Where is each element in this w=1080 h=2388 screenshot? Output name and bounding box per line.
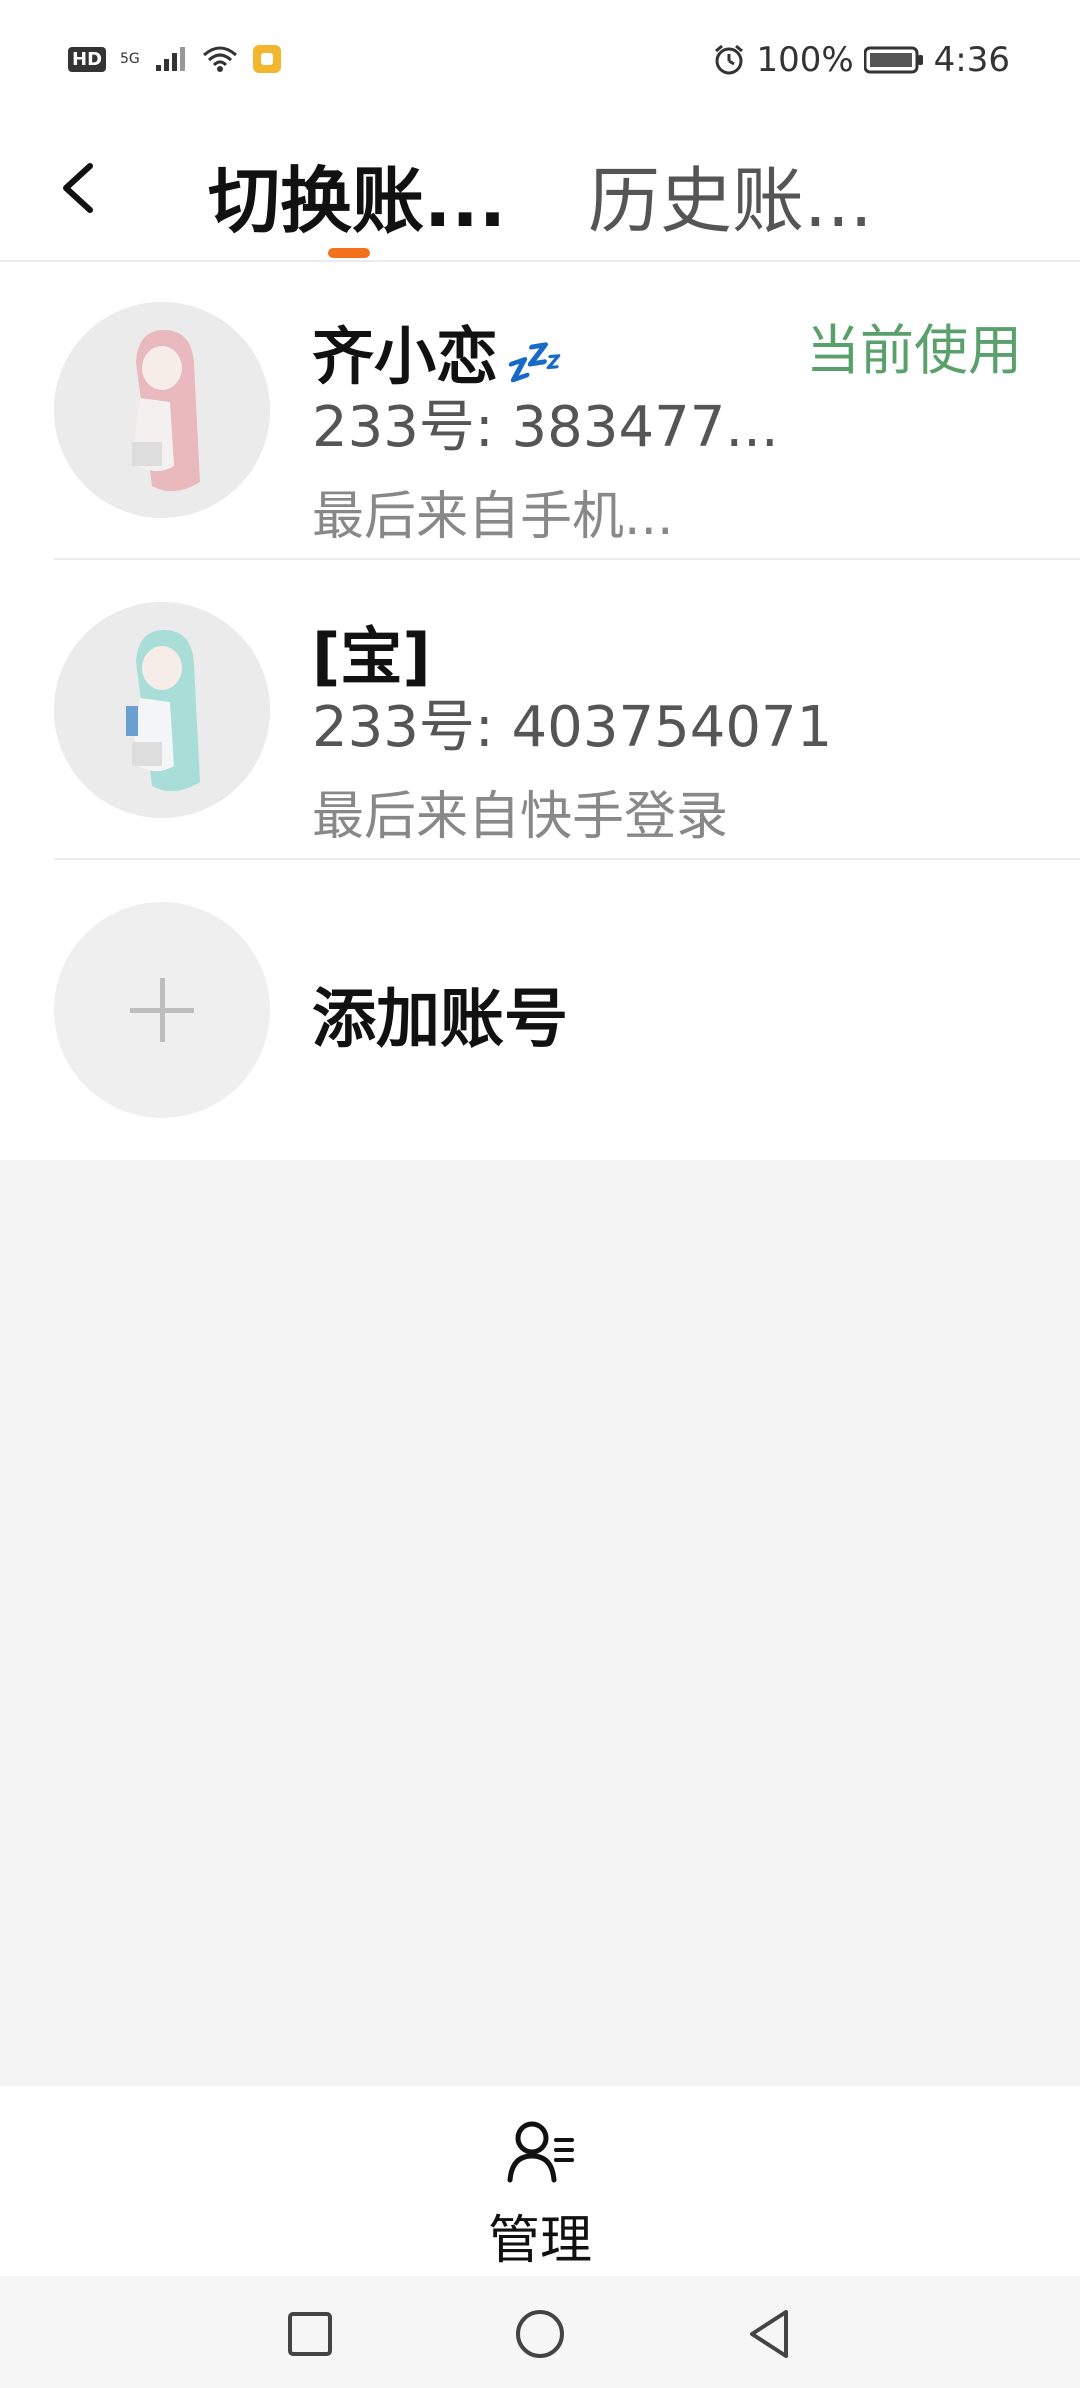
avatar [54, 302, 270, 518]
back-arrow-icon[interactable] [52, 158, 112, 218]
status-right: 100% 4:36 [712, 40, 1010, 80]
manage-users-icon [507, 2121, 574, 2183]
manage-button[interactable]: 管理 [0, 2114, 1080, 2273]
account-uid: 233号: 403754071 [312, 695, 833, 760]
top-bar: 切换账... 历史账... [0, 130, 1080, 262]
current-use-badge: 当前使用 [806, 319, 1022, 382]
clock: 4:36 [933, 40, 1010, 80]
notification-icon [252, 45, 281, 73]
active-tab-indicator [328, 248, 370, 258]
divider [54, 858, 1080, 860]
sleep-zzz-icon: 💤 [502, 335, 560, 389]
square-icon[interactable] [280, 2304, 340, 2364]
tab-history-account[interactable]: 历史账... [588, 142, 873, 247]
status-left: HD 5G [68, 44, 282, 74]
manage-label: 管理 [487, 2211, 592, 2271]
circle-icon[interactable] [510, 2304, 570, 2364]
add-account-label: 添加账号 [312, 983, 568, 1057]
network-label: 5G [120, 51, 140, 67]
bottom-action-bar: 管理 [0, 2086, 1080, 2276]
account-last-login: 最后来自手机... [312, 487, 674, 547]
avatar [54, 602, 270, 818]
signal-icon [155, 47, 185, 71]
system-nav-bar [0, 2276, 1080, 2388]
battery-icon [863, 46, 923, 74]
battery-percent: 100% [756, 40, 854, 80]
account-row[interactable]: 齐小恋💤 233号: 383477... 最后来自手机... 当前使用 [0, 262, 1080, 560]
tab-switch-account[interactable]: 切换账... [208, 142, 506, 247]
back-triangle-icon[interactable] [740, 2304, 800, 2364]
account-last-login: 最后来自快手登录 [312, 787, 729, 847]
wifi-icon [202, 46, 237, 72]
hd-icon: HD [68, 46, 107, 72]
alarm-icon [715, 44, 744, 75]
add-account-row[interactable]: 添加账号 [0, 862, 1080, 1160]
add-account-avatar [54, 902, 270, 1118]
account-uid: 233号: 383477... [312, 395, 779, 460]
avatar-figure-image [54, 302, 270, 518]
account-list: 齐小恋💤 233号: 383477... 最后来自手机... 当前使用 [宝] … [0, 262, 1080, 1160]
status-bar: HD 5G 100% 4:36 [0, 0, 1080, 130]
avatar-figure-image [54, 602, 270, 818]
plus-icon [160, 978, 165, 1042]
divider [54, 558, 1080, 560]
account-row[interactable]: [宝] 233号: 403754071 最后来自快手登录 [0, 562, 1080, 860]
